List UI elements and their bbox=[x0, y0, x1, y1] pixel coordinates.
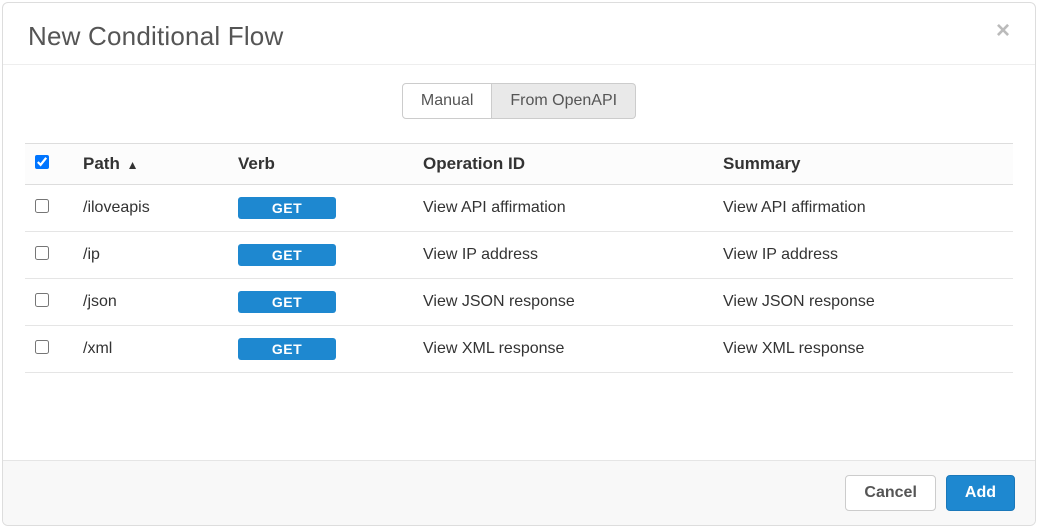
flows-table-body: /iloveapis GET View API affirmation View… bbox=[25, 185, 1013, 373]
cell-summary: View IP address bbox=[715, 232, 1013, 279]
cell-summary: View XML response bbox=[715, 326, 1013, 373]
sort-ascending-icon: ▲ bbox=[127, 158, 139, 172]
col-header-verb[interactable]: Verb bbox=[230, 144, 415, 185]
col-header-path-label: Path bbox=[83, 154, 120, 173]
cell-path: /ip bbox=[75, 232, 230, 279]
row-checkbox[interactable] bbox=[35, 246, 49, 260]
dialog-title: New Conditional Flow bbox=[28, 21, 283, 52]
add-button[interactable]: Add bbox=[946, 475, 1015, 511]
cell-operation-id: View XML response bbox=[415, 326, 715, 373]
row-checkbox[interactable] bbox=[35, 199, 49, 213]
col-header-operation-id[interactable]: Operation ID bbox=[415, 144, 715, 185]
cancel-button[interactable]: Cancel bbox=[845, 475, 935, 511]
close-icon[interactable]: × bbox=[996, 19, 1010, 43]
dialog-header: New Conditional Flow × bbox=[3, 3, 1035, 64]
verb-badge: GET bbox=[238, 291, 336, 313]
cell-operation-id: View JSON response bbox=[415, 279, 715, 326]
new-conditional-flow-dialog: New Conditional Flow × Manual From OpenA… bbox=[2, 2, 1036, 526]
table-row: /xml GET View XML response View XML resp… bbox=[25, 326, 1013, 373]
dialog-body: Manual From OpenAPI Path ▲ Verb Operatio… bbox=[3, 64, 1035, 460]
col-header-select bbox=[25, 144, 75, 185]
table-row: /json GET View JSON response View JSON r… bbox=[25, 279, 1013, 326]
tab-group: Manual From OpenAPI bbox=[25, 83, 1013, 119]
tab-manual[interactable]: Manual bbox=[402, 83, 492, 119]
dialog-footer: Cancel Add bbox=[3, 460, 1035, 525]
col-header-summary[interactable]: Summary bbox=[715, 144, 1013, 185]
verb-badge: GET bbox=[238, 197, 336, 219]
verb-badge: GET bbox=[238, 338, 336, 360]
cell-path: /iloveapis bbox=[75, 185, 230, 232]
row-checkbox[interactable] bbox=[35, 293, 49, 307]
row-checkbox[interactable] bbox=[35, 340, 49, 354]
cell-path: /json bbox=[75, 279, 230, 326]
cell-summary: View JSON response bbox=[715, 279, 1013, 326]
verb-badge: GET bbox=[238, 244, 336, 266]
cell-operation-id: View API affirmation bbox=[415, 185, 715, 232]
tab-from-openapi[interactable]: From OpenAPI bbox=[492, 83, 636, 119]
flows-table: Path ▲ Verb Operation ID Summary /ilovea… bbox=[25, 143, 1013, 373]
col-header-path[interactable]: Path ▲ bbox=[75, 144, 230, 185]
cell-path: /xml bbox=[75, 326, 230, 373]
cell-operation-id: View IP address bbox=[415, 232, 715, 279]
table-row: /iloveapis GET View API affirmation View… bbox=[25, 185, 1013, 232]
cell-summary: View API affirmation bbox=[715, 185, 1013, 232]
select-all-checkbox[interactable] bbox=[35, 155, 49, 169]
table-row: /ip GET View IP address View IP address bbox=[25, 232, 1013, 279]
